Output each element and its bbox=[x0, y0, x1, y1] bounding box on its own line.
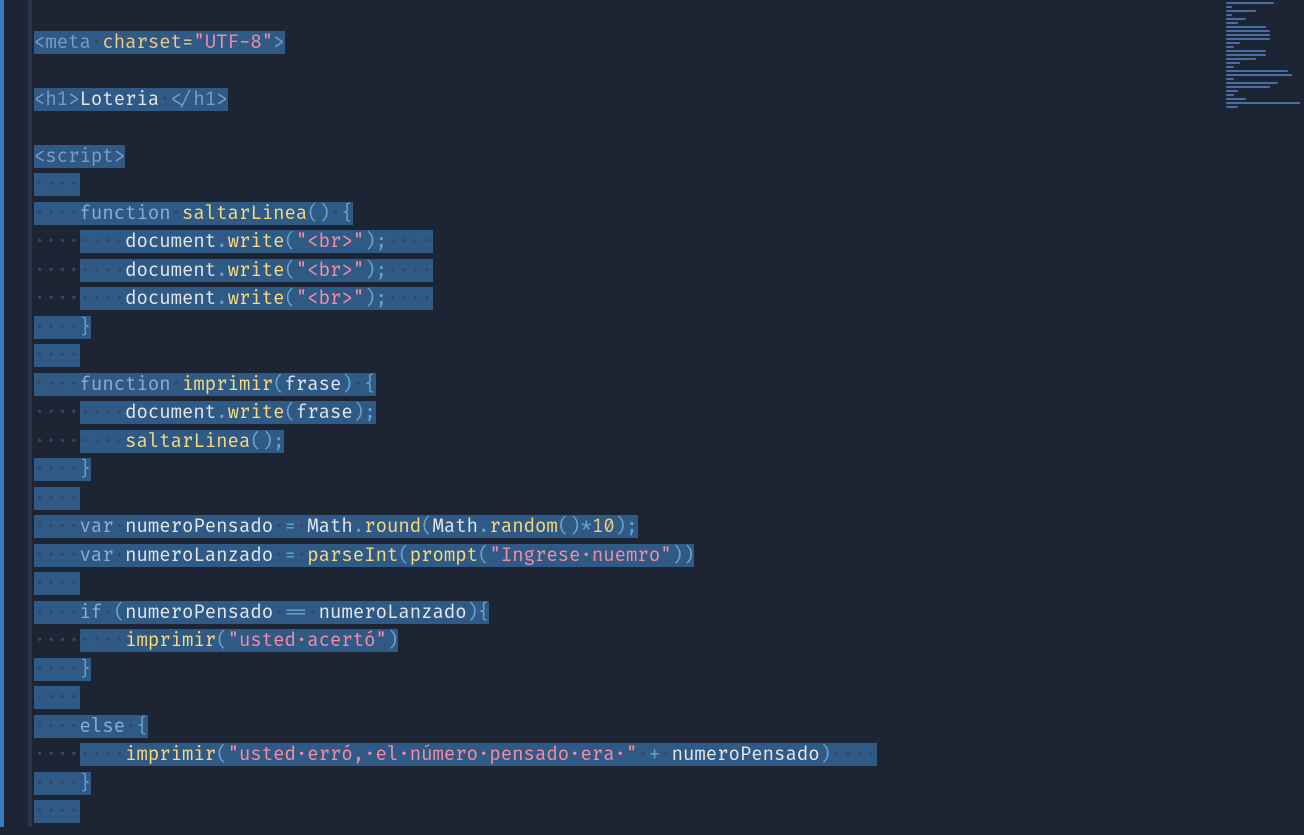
code-line[interactable]: ····var·numeroLanzado·=·parseInt(prompt(… bbox=[34, 542, 1304, 571]
code-line[interactable]: ········imprimir("usted·erró,·el·número·… bbox=[34, 741, 1304, 770]
code-line[interactable]: ····if·(numeroPensado·==·numeroLanzado){ bbox=[34, 599, 1304, 628]
code-line[interactable]: ····else·{ bbox=[34, 713, 1304, 742]
editor-gutter bbox=[0, 0, 34, 835]
code-line[interactable]: <script> bbox=[34, 143, 1304, 172]
code-line[interactable]: ···· bbox=[34, 485, 1304, 514]
code-line[interactable]: ····var·numeroPensado·=·Math.round(Math.… bbox=[34, 513, 1304, 542]
code-line[interactable]: ····} bbox=[34, 656, 1304, 685]
code-line[interactable]: ···· bbox=[34, 798, 1304, 827]
code-line[interactable]: <meta·charset="UTF-8"> bbox=[34, 29, 1304, 58]
code-line[interactable]: ········document.write("<br>");···· bbox=[34, 285, 1304, 314]
code-line[interactable] bbox=[34, 114, 1304, 143]
code-line[interactable]: <h1>Loteria·</h1> bbox=[34, 86, 1304, 115]
code-line[interactable]: ········document.write(frase); bbox=[34, 399, 1304, 428]
code-line[interactable]: ········document.write("<br>");···· bbox=[34, 228, 1304, 257]
code-line[interactable]: ····} bbox=[34, 770, 1304, 799]
minimap[interactable] bbox=[1222, 0, 1304, 48]
code-line[interactable]: ········saltarLinea(); bbox=[34, 428, 1304, 457]
code-line[interactable]: ···· bbox=[34, 342, 1304, 371]
code-line[interactable] bbox=[34, 57, 1304, 86]
code-line[interactable]: ········imprimir("usted·acertó") bbox=[34, 627, 1304, 656]
gutter-change-bar bbox=[0, 0, 4, 827]
code-line[interactable]: ········document.write("<br>");···· bbox=[34, 257, 1304, 286]
code-line[interactable]: ···· bbox=[34, 684, 1304, 713]
code-editor[interactable]: <meta·charset="UTF-8"> <h1>Loteria·</h1> <… bbox=[34, 0, 1304, 835]
code-line[interactable]: ···· bbox=[34, 570, 1304, 599]
code-line[interactable]: ····} bbox=[34, 314, 1304, 343]
code-line[interactable]: ···· bbox=[34, 171, 1304, 200]
code-line[interactable] bbox=[34, 0, 1304, 29]
code-line[interactable]: ····} bbox=[34, 456, 1304, 485]
code-line[interactable]: ····function·imprimir(frase)·{ bbox=[34, 371, 1304, 400]
code-line[interactable]: ····function·saltarLinea()·{ bbox=[34, 200, 1304, 229]
